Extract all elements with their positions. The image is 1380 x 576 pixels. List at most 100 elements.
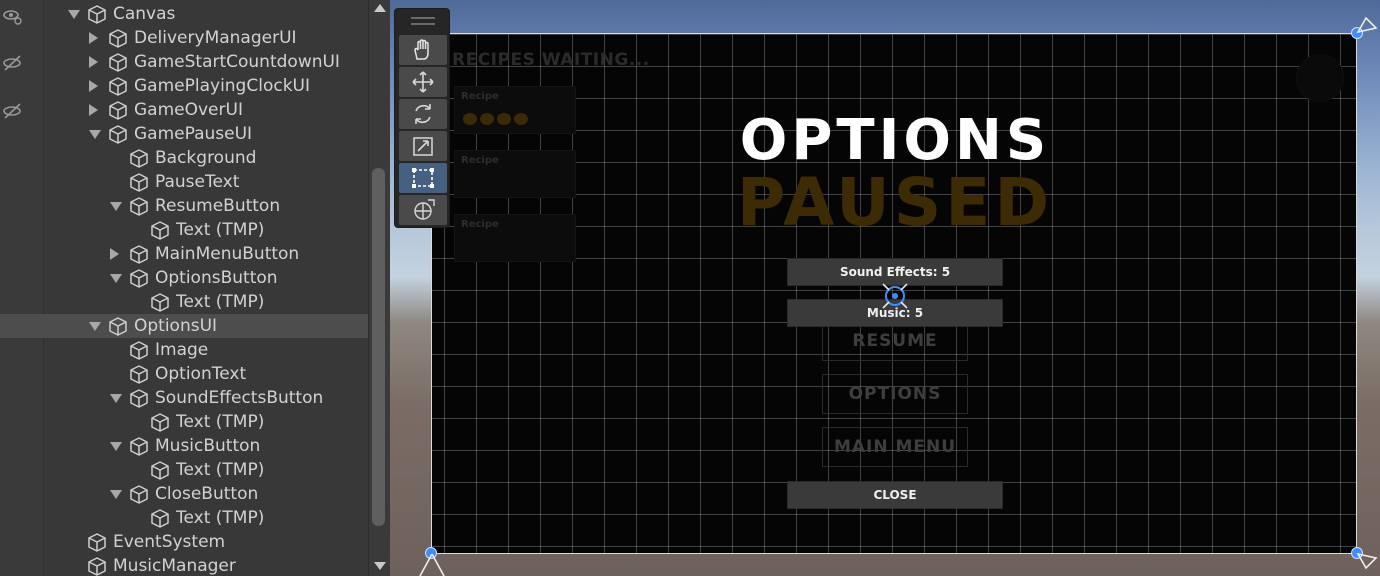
hand-tool-button[interactable] <box>399 35 447 65</box>
expanded-arrow-icon[interactable] <box>89 322 101 331</box>
recipes-waiting-text: RECIPES WAITING... <box>452 50 650 70</box>
hand-icon <box>414 39 429 60</box>
hierarchy-item-label: GamePauseUI <box>134 124 253 144</box>
pivot-icon[interactable] <box>879 280 911 312</box>
scroll-thumb[interactable] <box>372 168 385 526</box>
collapsed-arrow-icon[interactable] <box>89 104 98 116</box>
gameobject-cube-icon <box>130 197 148 216</box>
gameobject-cube-icon <box>88 533 106 552</box>
rotate-tool-button[interactable] <box>399 99 447 129</box>
hierarchy-item[interactable]: ResumeButton <box>0 194 368 218</box>
transform-icon <box>414 199 435 220</box>
hierarchy-item[interactable]: OptionsButton <box>0 266 368 290</box>
move-tool-button[interactable] <box>399 67 447 97</box>
hierarchy-panel: Canvas DeliveryManagerUI GameStartCountdow… <box>0 0 390 576</box>
expanded-arrow-icon[interactable] <box>89 130 101 139</box>
scroll-up-arrow-icon[interactable] <box>374 4 386 12</box>
hierarchy-item-label: GameStartCountdownUI <box>134 52 340 72</box>
hierarchy-item[interactable]: OptionsUI <box>0 314 368 338</box>
hierarchy-item[interactable]: Image <box>0 338 368 362</box>
gameobject-cube-icon <box>109 125 127 144</box>
hierarchy-item[interactable]: Text (TMP) <box>0 506 368 530</box>
scale-tool-button[interactable] <box>399 131 447 161</box>
gameobject-cube-icon <box>130 149 148 168</box>
clock-icon <box>1296 54 1344 102</box>
gameobject-cube-icon <box>151 221 169 240</box>
hierarchy-item[interactable]: MusicButton <box>0 434 368 458</box>
hierarchy-item-label: MusicButton <box>155 436 261 456</box>
gameobject-cube-icon <box>109 101 127 120</box>
hierarchy-item[interactable]: Text (TMP) <box>0 410 368 434</box>
gameobject-cube-icon <box>151 509 169 528</box>
paused-title: PAUSED <box>736 164 1054 241</box>
hierarchy-item[interactable]: Background <box>0 146 368 170</box>
hierarchy-item[interactable]: GamePauseUI <box>0 122 368 146</box>
anchor-icon[interactable] <box>412 554 452 576</box>
collapsed-arrow-icon[interactable] <box>89 80 98 92</box>
hierarchy-item-label: PauseText <box>155 172 240 192</box>
hierarchy-item-label: Background <box>155 148 257 168</box>
gameobject-cube-icon <box>130 341 148 360</box>
hierarchy-item-label: Canvas <box>113 4 176 24</box>
expanded-arrow-icon[interactable] <box>110 394 122 403</box>
move-icon <box>412 71 434 93</box>
options-button[interactable]: OPTIONS <box>822 374 968 414</box>
canvas-rect[interactable]: RECIPES WAITING... Recipe Recipe Recipe … <box>431 33 1357 554</box>
anchor-icon[interactable] <box>1356 552 1378 572</box>
hierarchy-item[interactable]: GameOverUI <box>0 98 368 122</box>
main-menu-button[interactable]: MAIN MENU <box>822 427 968 467</box>
transform-tool-button[interactable] <box>399 195 447 225</box>
scene-view[interactable]: RECIPES WAITING... Recipe Recipe Recipe … <box>390 0 1380 576</box>
scene-tools-overlay <box>394 8 450 228</box>
hierarchy-item[interactable]: Canvas <box>0 2 368 26</box>
hierarchy-item[interactable]: SoundEffectsButton <box>0 386 368 410</box>
hierarchy-item-label: OptionsUI <box>134 316 218 336</box>
hierarchy-item-label: SoundEffectsButton <box>155 388 324 408</box>
resume-button[interactable]: RESUME <box>822 321 968 361</box>
hierarchy-item-label: CloseButton <box>155 484 259 504</box>
anchor-icon[interactable] <box>1356 14 1378 34</box>
gameobject-cube-icon <box>109 77 127 96</box>
hierarchy-item[interactable]: MusicManager <box>0 554 368 576</box>
rect-tool-button[interactable] <box>399 163 447 193</box>
hierarchy-item[interactable]: DeliveryManagerUI <box>0 26 368 50</box>
scroll-down-arrow-icon[interactable] <box>374 562 386 570</box>
hierarchy-item[interactable]: GameStartCountdownUI <box>0 50 368 74</box>
toolbar-grip-icon[interactable] <box>411 17 435 25</box>
hierarchy-item[interactable]: Text (TMP) <box>0 218 368 242</box>
hierarchy-item-label: MusicManager <box>113 556 236 576</box>
hierarchy-item[interactable]: GamePlayingClockUI <box>0 74 368 98</box>
hierarchy-item[interactable]: MainMenuButton <box>0 242 368 266</box>
expanded-arrow-icon[interactable] <box>110 274 122 283</box>
hierarchy-item-label: Text (TMP) <box>176 220 265 240</box>
expanded-arrow-icon[interactable] <box>110 442 122 451</box>
collapsed-arrow-icon[interactable] <box>89 56 98 68</box>
gameobject-cube-icon <box>88 5 106 24</box>
hierarchy-item[interactable]: Text (TMP) <box>0 290 368 314</box>
expanded-arrow-icon[interactable] <box>110 490 122 499</box>
hierarchy-item[interactable]: PauseText <box>0 170 368 194</box>
hierarchy-tree: Canvas DeliveryManagerUI GameStartCountdow… <box>0 2 368 576</box>
hierarchy-item-label: OptionsButton <box>155 268 278 288</box>
collapsed-arrow-icon[interactable] <box>89 32 98 44</box>
hierarchy-item-label: Image <box>155 340 209 360</box>
scale-icon <box>413 137 433 156</box>
gameobject-cube-icon <box>130 389 148 408</box>
expanded-arrow-icon[interactable] <box>110 202 122 211</box>
gameobject-cube-icon <box>130 365 148 384</box>
recipe-label: Recipe <box>461 91 499 102</box>
gameobject-cube-icon <box>130 269 148 288</box>
hierarchy-item[interactable]: OptionText <box>0 362 368 386</box>
hierarchy-item[interactable]: EventSystem <box>0 530 368 554</box>
hierarchy-scrollbar[interactable] <box>368 0 390 576</box>
hierarchy-item-label: MainMenuButton <box>155 244 300 264</box>
rect-icon <box>412 168 434 188</box>
hierarchy-item-label: Text (TMP) <box>176 412 265 432</box>
hierarchy-item[interactable]: Text (TMP) <box>0 458 368 482</box>
collapsed-arrow-icon[interactable] <box>110 248 119 260</box>
expanded-arrow-icon[interactable] <box>68 10 80 19</box>
close-button[interactable]: CLOSE <box>787 481 1003 509</box>
hierarchy-item[interactable]: CloseButton <box>0 482 368 506</box>
hierarchy-item-label: DeliveryManagerUI <box>134 28 297 48</box>
gameobject-cube-icon <box>130 245 148 264</box>
